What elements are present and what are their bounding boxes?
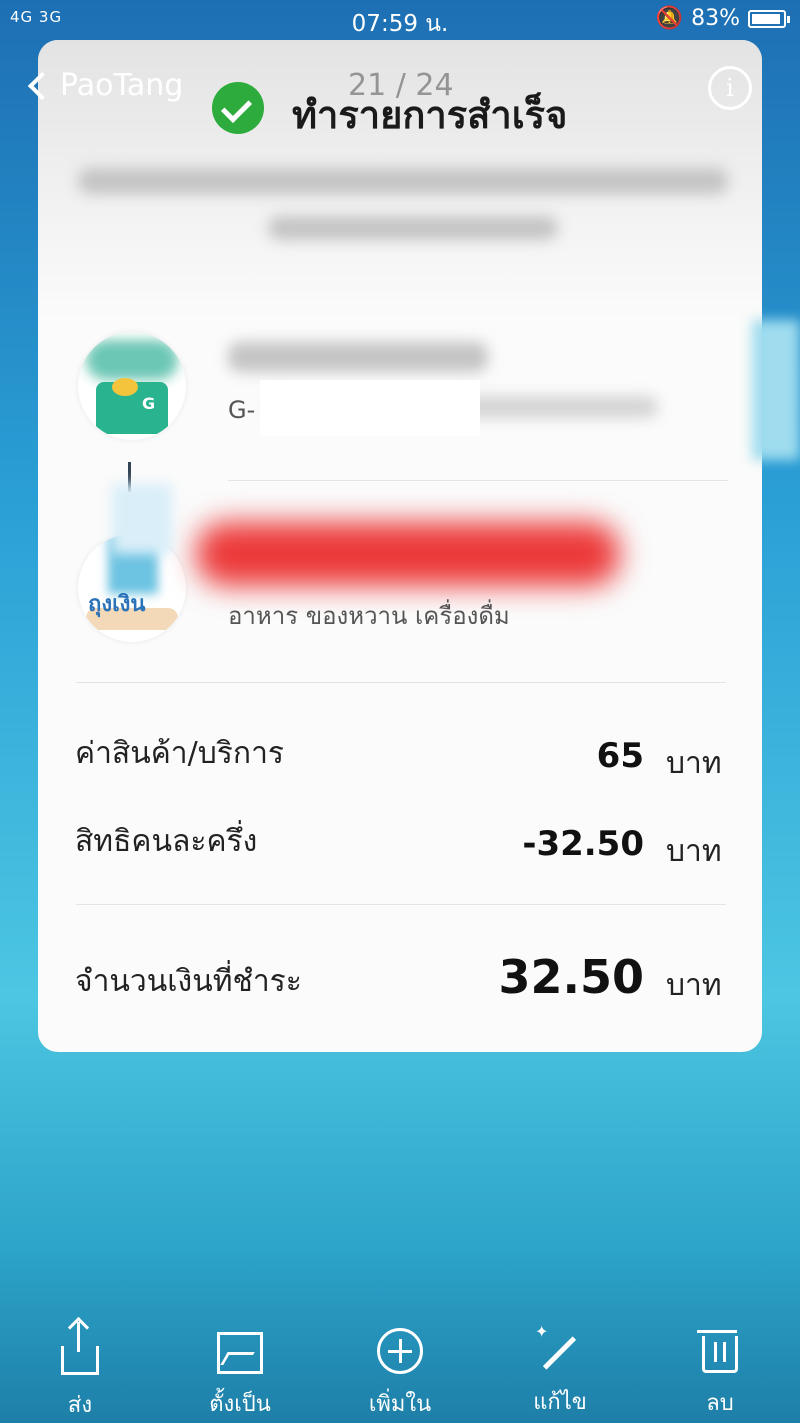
sender-account-prefix: G- — [228, 396, 256, 424]
blurred-reference — [78, 168, 728, 194]
success-check-icon — [212, 82, 264, 134]
discount-label: สิทธิคนละครึ่ง — [75, 824, 258, 859]
total-value: 32.50 — [498, 950, 644, 1004]
merchant-category: อาหาร ของหวาน เครื่องดื่ม — [228, 602, 510, 630]
trash-icon — [697, 1330, 738, 1373]
back-button[interactable]: PaoTang — [24, 68, 183, 103]
discount-unit: บาท — [666, 834, 722, 869]
blurred-sender-name — [228, 342, 488, 372]
set-as-button[interactable]: ตั้งเป็น — [180, 1318, 300, 1421]
image-artifact — [260, 380, 480, 436]
add-to-label: เพิ่มใน — [368, 1392, 432, 1417]
edit-icon — [535, 1322, 581, 1372]
success-title: ทำรายการสำเร็จ — [292, 93, 568, 137]
share-button[interactable]: ส่ง — [20, 1318, 140, 1422]
divider — [76, 682, 726, 683]
share-label: ส่ง — [67, 1393, 93, 1418]
divider — [228, 480, 728, 481]
chevron-left-icon — [27, 71, 57, 100]
total-unit: บาท — [666, 968, 722, 1003]
total-label: จำนวนเงินที่ชำระ — [75, 964, 302, 999]
add-to-button[interactable]: เพิ่มใน — [340, 1318, 460, 1421]
info-button[interactable]: i — [708, 66, 752, 110]
wallpaper-icon — [217, 1332, 263, 1374]
subtotal-label: ค่าสินค้า/บริการ — [75, 736, 285, 771]
set-as-label: ตั้งเป็น — [209, 1392, 271, 1417]
add-icon — [377, 1328, 423, 1374]
edit-label: แก้ไข — [533, 1390, 587, 1415]
discount-value: -32.50 — [522, 824, 644, 864]
edit-button[interactable]: แก้ไข — [500, 1318, 620, 1419]
delete-button[interactable]: ลบ — [660, 1318, 780, 1420]
image-artifact — [112, 484, 172, 554]
subtotal-unit: บาท — [666, 746, 722, 781]
bottom-action-bar: ส่ง ตั้งเป็น เพิ่มใน แก้ไข ลบ — [0, 1318, 800, 1423]
subtotal-value: 65 — [596, 736, 644, 776]
wallet-app-logo: G — [78, 332, 186, 440]
divider — [76, 904, 726, 905]
blurred-reference — [268, 216, 558, 240]
delete-label: ลบ — [706, 1391, 734, 1416]
redacted-merchant-name — [196, 522, 620, 586]
image-artifact — [752, 320, 800, 460]
back-label: PaoTang — [60, 68, 184, 103]
share-icon — [61, 1322, 99, 1375]
